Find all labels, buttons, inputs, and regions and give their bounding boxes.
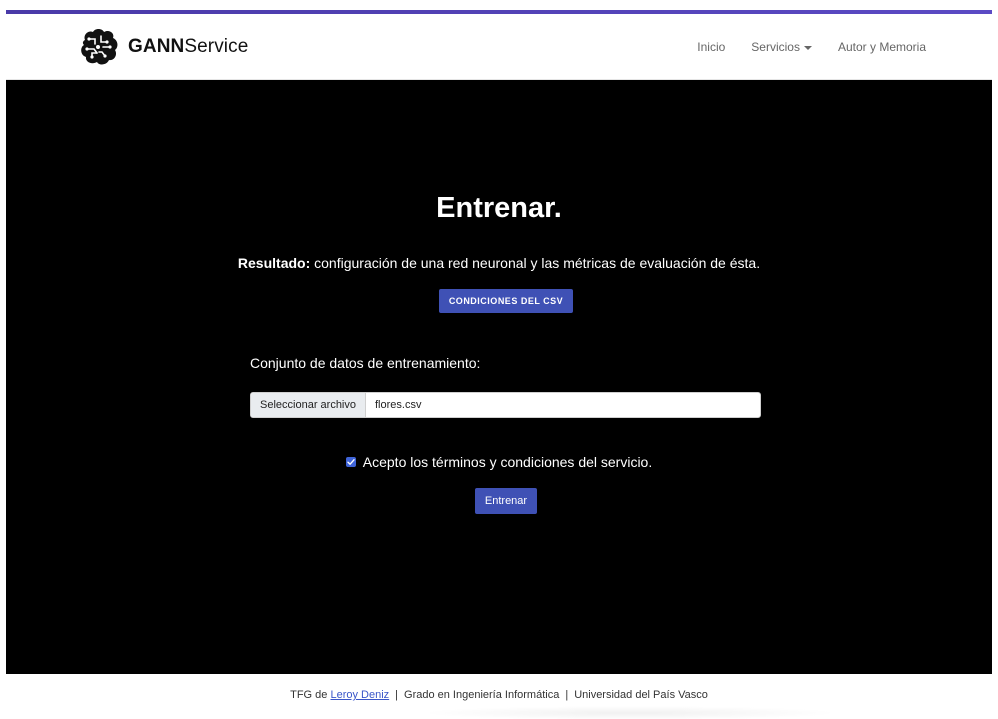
footer-prefix: TFG de (290, 689, 331, 701)
terms-row: Acepto los términos y condiciones del se… (6, 454, 992, 470)
brand[interactable]: GANNService (78, 27, 248, 67)
footer-university: Universidad del País Vasco (574, 689, 708, 701)
page: GANNService Inicio Servicios Autor y Mem… (0, 0, 998, 719)
footer-degree: Grado en Ingeniería Informática (404, 689, 560, 701)
nav-links: Inicio Servicios Autor y Memoria (697, 40, 926, 54)
file-input[interactable]: Seleccionar archivo flores.csv (250, 392, 761, 418)
result-label: Resultado: (237, 255, 311, 271)
page-title: Entrenar. (436, 192, 562, 224)
train-button[interactable]: Entrenar (475, 488, 537, 514)
brand-name: GANNService (128, 36, 249, 57)
footer-shadow (420, 706, 840, 719)
checkmark-icon (347, 459, 355, 465)
selected-file-name: flores.csv (375, 399, 422, 411)
nav-item-inicio[interactable]: Inicio (697, 40, 725, 54)
nav-item-servicios-label: Servicios (751, 40, 800, 54)
author-link[interactable]: Leroy Deniz (330, 689, 389, 701)
terms-label[interactable]: Acepto los términos y condiciones del se… (363, 454, 652, 470)
dataset-label: Conjunto de datos de entrenamiento: (250, 355, 481, 371)
footer-separator: | (565, 689, 569, 701)
nav-item-servicios[interactable]: Servicios (751, 40, 812, 54)
result-text: configuración de una red neuronal y las … (310, 255, 761, 271)
csv-conditions-button[interactable]: CONDICIONES DEL CSV (439, 289, 573, 313)
caret-down-icon (803, 45, 812, 50)
footer-separator: | (395, 689, 399, 701)
select-file-button[interactable]: Seleccionar archivo (251, 393, 366, 417)
brain-circuit-icon (81, 29, 118, 65)
nav-item-autor-memoria[interactable]: Autor y Memoria (838, 40, 926, 54)
navbar: GANNService Inicio Servicios Autor y Mem… (6, 14, 992, 80)
terms-checkbox[interactable] (345, 457, 356, 467)
hero-section: Entrenar. Resultado: configuración de un… (6, 80, 992, 674)
result-description: Resultado: configuración de una red neur… (6, 255, 992, 271)
